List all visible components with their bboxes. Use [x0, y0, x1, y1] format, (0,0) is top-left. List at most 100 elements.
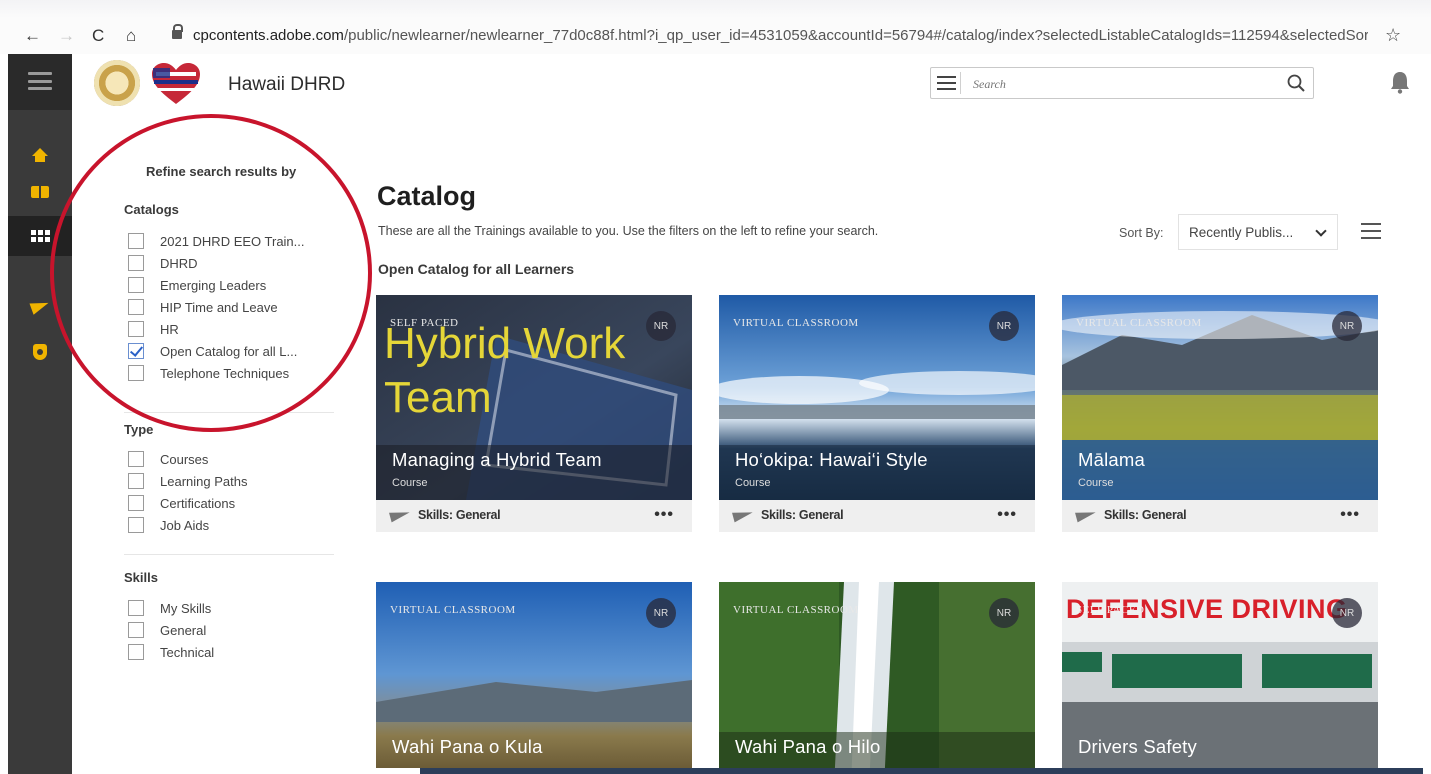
checkbox[interactable] — [128, 277, 144, 293]
catalog-filter-option[interactable]: HIP Time and Leave — [128, 298, 278, 316]
url-host: cpcontents.adobe.com — [193, 27, 344, 44]
checkbox[interactable] — [128, 473, 144, 489]
option-label: DHRD — [160, 255, 198, 271]
card-title: Wahi Pana o Hilo — [735, 736, 881, 757]
rating-badge: NR — [1332, 311, 1362, 341]
list-view-icon[interactable] — [1361, 223, 1381, 239]
course-card[interactable]: VIRTUAL CLASSROOM NR Mālama Course Skill… — [1062, 295, 1378, 532]
more-options-icon[interactable]: ••• — [1340, 506, 1360, 524]
left-nav-rail — [8, 54, 72, 774]
rail-item-catalog[interactable] — [8, 216, 72, 256]
more-options-icon[interactable]: ••• — [997, 506, 1017, 524]
card-kind: Course — [392, 477, 428, 489]
checkbox[interactable] — [128, 517, 144, 533]
reload-icon[interactable]: C — [92, 26, 104, 46]
search-input[interactable] — [973, 74, 1273, 94]
rating-badge: NR — [646, 311, 676, 341]
option-label: Technical — [160, 644, 215, 660]
sort-dropdown[interactable]: Recently Publis... — [1178, 214, 1338, 250]
rail-item-skills[interactable] — [8, 286, 72, 326]
catalog-filter-option[interactable]: HR — [128, 320, 179, 338]
checkbox[interactable] — [128, 321, 144, 337]
sort-selected-value: Recently Publis... — [1189, 224, 1294, 240]
search-icon[interactable] — [1287, 74, 1305, 92]
bookmark-star-icon[interactable]: ☆ — [1385, 25, 1401, 46]
checkbox[interactable] — [128, 495, 144, 511]
paper-plane-icon — [1075, 507, 1097, 523]
card-kind: Course — [735, 477, 771, 489]
checkbox[interactable] — [128, 233, 144, 249]
rail-menu-toggle[interactable] — [8, 54, 72, 110]
catalog-filter-option[interactable]: Emerging Leaders — [128, 276, 266, 294]
checkbox[interactable] — [128, 622, 144, 638]
checkbox[interactable] — [128, 299, 144, 315]
option-label: Learning Paths — [160, 473, 248, 489]
sort-label: Sort By: — [1119, 226, 1164, 240]
card-footer: Skills: General ••• — [719, 500, 1035, 532]
course-card[interactable]: VIRTUAL CLASSROOM NR Wahi Pana o Hilo — [719, 582, 1035, 768]
search-menu-icon[interactable] — [935, 72, 961, 94]
card-type-label: VIRTUAL CLASSROOM — [733, 604, 859, 616]
divider — [124, 412, 334, 413]
brand-name: Hawaii DHRD — [228, 74, 346, 95]
filter-panel: Refine search results by Catalogs 2021 D… — [72, 114, 372, 774]
catalogs-group-title: Catalogs — [124, 202, 179, 217]
option-label: HIP Time and Leave — [160, 299, 278, 315]
hamburger-icon[interactable] — [28, 72, 52, 90]
back-arrow-icon[interactable]: ← — [24, 26, 41, 46]
card-type-label: VIRTUAL CLASSROOM — [733, 317, 859, 329]
course-card[interactable]: VIRTUAL CLASSROOM NR Ho‘okipa: Hawai‘i S… — [719, 295, 1035, 532]
lock-icon[interactable] — [172, 24, 183, 39]
card-type-label: VIRTUAL CLASSROOM — [1076, 317, 1202, 329]
checkbox[interactable] — [128, 600, 144, 616]
skills-filter-option[interactable]: Technical — [128, 643, 214, 661]
rating-badge: NR — [989, 598, 1019, 628]
checkbox[interactable] — [128, 365, 144, 381]
catalog-filter-option[interactable]: 2021 DHRD EEO Train... — [128, 232, 305, 250]
section-title: Open Catalog for all Learners — [378, 261, 575, 277]
home-icon — [32, 148, 48, 162]
course-card[interactable]: DEFENSIVE DRIVING SELF PACED NR Drivers … — [1062, 582, 1378, 768]
forward-arrow-icon[interactable]: → — [58, 26, 75, 46]
rail-item-badges[interactable] — [8, 332, 72, 372]
course-card[interactable]: SELF PACED Hybrid Work Team NR Managing … — [376, 295, 692, 532]
skills-filter-option[interactable]: General — [128, 621, 206, 639]
type-filter-option[interactable]: Learning Paths — [128, 472, 247, 490]
catalog-filter-option[interactable]: Telephone Techniques — [128, 364, 289, 382]
checkbox[interactable] — [128, 255, 144, 271]
option-label: Job Aids — [160, 517, 210, 533]
type-filter-option[interactable]: Courses — [128, 450, 208, 468]
type-filter-option[interactable]: Job Aids — [128, 516, 209, 534]
checked-checkbox[interactable] — [128, 343, 144, 359]
catalog-filter-option-selected[interactable]: Open Catalog for all L... — [128, 342, 297, 360]
paper-plane-icon — [732, 507, 754, 523]
card-footer: Skills: General ••• — [1062, 500, 1378, 532]
option-label: HR — [160, 321, 179, 337]
course-card[interactable]: VIRTUAL CLASSROOM NR Wahi Pana o Kula — [376, 582, 692, 768]
more-options-icon[interactable]: ••• — [654, 506, 674, 524]
card-skills: Skills: General — [418, 508, 501, 522]
catalog-filter-option[interactable]: DHRD — [128, 254, 198, 272]
rating-badge: NR — [1332, 598, 1362, 628]
option-label: Courses — [160, 451, 209, 467]
checkbox[interactable] — [128, 451, 144, 467]
card-title: Mālama — [1078, 449, 1145, 470]
app-header: Hawaii DHRD — [72, 54, 1431, 114]
rail-item-my-learning[interactable] — [8, 172, 72, 212]
option-label: Certifications — [160, 495, 236, 511]
rail-item-home[interactable] — [8, 132, 72, 172]
divider — [124, 554, 334, 555]
type-filter-option[interactable]: Certifications — [128, 494, 235, 512]
url-path: /public/newlearner/newlearner_77d0c88f.h… — [343, 27, 1368, 44]
checkbox[interactable] — [128, 644, 144, 660]
badge-icon — [33, 344, 47, 360]
rating-badge: NR — [989, 311, 1019, 341]
address-bar[interactable]: cpcontents.adobe.com/public/newlearner/n… — [193, 27, 1368, 44]
bell-icon[interactable] — [1390, 70, 1410, 94]
paper-plane-icon — [389, 507, 411, 523]
card-hero-text: Team — [384, 373, 492, 422]
skills-filter-option[interactable]: My Skills — [128, 599, 211, 617]
home-outline-icon[interactable]: ⌂ — [126, 26, 136, 46]
card-title: Managing a Hybrid Team — [392, 449, 602, 470]
card-title: Wahi Pana o Kula — [392, 736, 543, 757]
